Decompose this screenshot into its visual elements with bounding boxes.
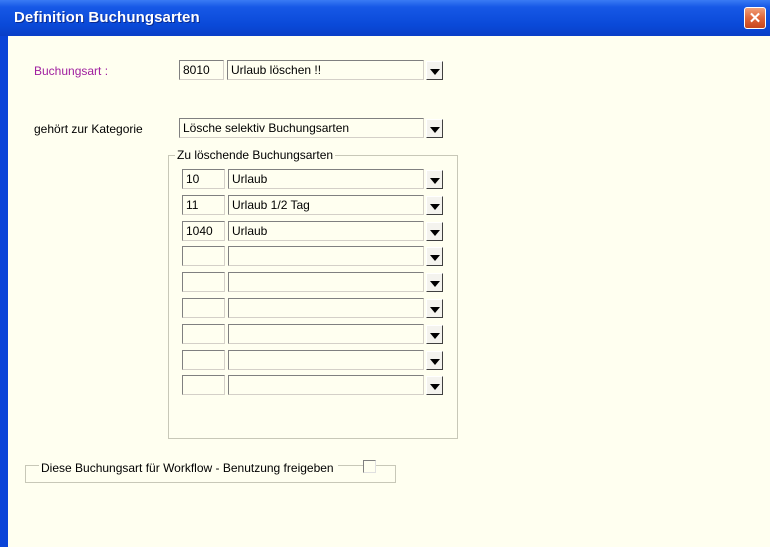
delete-row-dropdown-button[interactable] [426,376,443,395]
dialog-window: Definition Buchungsarten ✕ Buchungsart :… [0,0,770,547]
delete-group-legend: Zu löschende Buchungsarten [175,148,336,162]
dropdown-arrow-icon [429,358,440,365]
delete-row-name-field[interactable] [228,375,424,395]
delete-row-code-field[interactable]: 10 [182,169,225,189]
dropdown-arrow-icon [429,126,440,133]
delete-row-name-field[interactable] [228,298,424,318]
workflow-label: Diese Buchungsart für Workflow - Benutzu… [39,461,338,475]
delete-row-dropdown-button[interactable] [426,351,443,370]
dropdown-arrow-icon [429,203,440,210]
delete-row-dropdown-button[interactable] [426,325,443,344]
delete-row-name-field[interactable]: Urlaub [228,221,424,241]
window-title: Definition Buchungsarten [14,9,200,26]
kategorie-dropdown-button[interactable] [426,119,443,138]
delete-row-name-field[interactable] [228,246,424,266]
workflow-checkbox[interactable] [363,460,376,473]
delete-row-code-field[interactable] [182,298,225,318]
delete-row-dropdown-button[interactable] [426,196,443,215]
buchungsart-label: Buchungsart : [34,64,109,78]
dropdown-arrow-icon [429,254,440,261]
delete-row-code-field[interactable] [182,246,225,266]
delete-row-dropdown-button[interactable] [426,170,443,189]
delete-row-name-field[interactable] [228,350,424,370]
dropdown-arrow-icon [429,229,440,236]
delete-row-code-field[interactable] [182,350,225,370]
delete-row-dropdown-button[interactable] [426,222,443,241]
buchungsart-dropdown-button[interactable] [426,61,443,80]
dropdown-arrow-icon [429,332,440,339]
delete-row-dropdown-button[interactable] [426,299,443,318]
delete-row-name-field[interactable] [228,272,424,292]
buchungsart-name-field[interactable]: Urlaub löschen !! [227,60,424,80]
dialog-content: Buchungsart : 8010 Urlaub löschen !! geh… [8,36,770,547]
delete-row-dropdown-button[interactable] [426,247,443,266]
dropdown-arrow-icon [429,306,440,313]
dropdown-arrow-icon [429,280,440,287]
delete-row-name-field[interactable] [228,324,424,344]
kategorie-select[interactable]: Lösche selektiv Buchungsarten [179,118,424,138]
kategorie-label: gehört zur Kategorie [34,122,143,136]
close-icon: ✕ [748,9,762,27]
title-bar[interactable]: Definition Buchungsarten ✕ [0,0,770,36]
delete-row-name-field[interactable]: Urlaub [228,169,424,189]
delete-row-code-field[interactable] [182,272,225,292]
close-button[interactable]: ✕ [744,7,766,29]
dropdown-arrow-icon [429,177,440,184]
buchungsart-code-field[interactable]: 8010 [179,60,224,80]
delete-row-code-field[interactable] [182,324,225,344]
dropdown-arrow-icon [429,383,440,390]
delete-row-dropdown-button[interactable] [426,273,443,292]
delete-row-code-field[interactable] [182,375,225,395]
dropdown-arrow-icon [429,68,440,75]
delete-row-code-field[interactable]: 1040 [182,221,225,241]
delete-row-code-field[interactable]: 11 [182,195,225,215]
delete-row-name-field[interactable]: Urlaub 1/2 Tag [228,195,424,215]
